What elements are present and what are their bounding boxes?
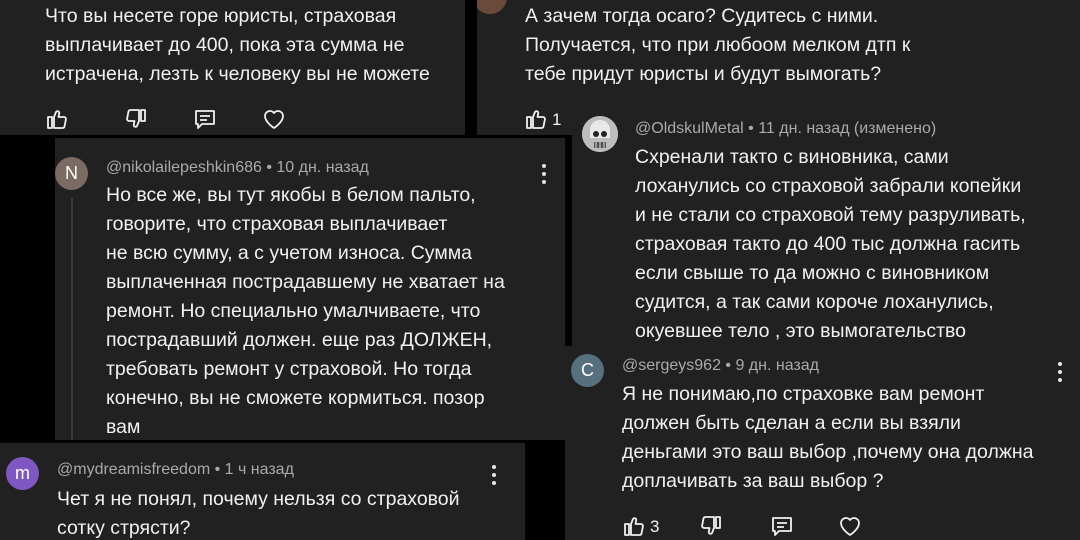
thumb-down-icon[interactable] [699, 514, 723, 538]
text-line: судится, а так сами короче лоханулись, [635, 291, 994, 313]
text-line: если свыше то да можно с виновником [635, 262, 990, 284]
avatar[interactable]: C [571, 354, 604, 387]
heart-icon[interactable] [261, 107, 287, 131]
comment-nikolai: N @nikolailepeshkin686 • 10 дн. назад Но… [55, 138, 565, 440]
text-line: сотку стрясти? [57, 517, 191, 539]
avatar[interactable]: m [6, 457, 39, 490]
text-line: не всю сумму, а с учетом износа. Сумма [106, 242, 472, 264]
text-line: пострадавший должен. еще раз ДОЛЖЕН, [106, 329, 493, 351]
reply-icon[interactable] [770, 514, 794, 538]
text-line: окуевшее тело , это вымогательство [635, 320, 967, 342]
text-line: Получается, что при любоом мелком дтп к [525, 34, 911, 56]
comment-text: А зачем тогда осаго? Судитесь с ними. По… [525, 2, 910, 89]
comment-mydreams: m @mydreamisfreedom • 1 ч назад Чет я не… [0, 443, 525, 540]
comment-meta: @mydreamisfreedom • 1 ч назад [57, 461, 294, 478]
comment-meta: @OldskulMetal • 11 дн. назад (изменено) [635, 120, 937, 137]
skull-avatar-icon [582, 116, 618, 152]
text-line: говорите, что страховая выплачивает [106, 213, 448, 235]
text-line: доплачивать за ваш выбор ? [622, 470, 884, 492]
thread-line [71, 198, 73, 440]
text-line: ремонт. Но специально умалчиваете, что [106, 300, 481, 322]
text-line: выплаченная пострадавшему не хватает на [106, 271, 505, 293]
text-line: Я не понимаю,по страховке вам ремонт [622, 383, 985, 405]
reply-icon[interactable] [193, 107, 217, 131]
comment-text: Чет я не понял, почему нельзя со страхов… [57, 485, 460, 540]
like-count: 3 [650, 517, 660, 536]
comment-meta: @nikolailepeshkin686 • 10 дн. назад [106, 159, 369, 176]
heart-icon[interactable] [837, 514, 863, 538]
more-vert-icon[interactable] [534, 161, 554, 187]
text-line: Чет я не понял, почему нельзя со страхов… [57, 488, 460, 510]
text-line: Схренали такто с виновника, сами [635, 146, 949, 168]
text-line: требовать ремонт у страховой. Но тогда [106, 358, 472, 380]
avatar[interactable] [477, 0, 507, 14]
avatar[interactable] [582, 116, 618, 152]
text-line: Что вы несете горе юристы, страховая [45, 5, 397, 27]
text-line: А зачем тогда осаго? Судитесь с ними. [525, 5, 879, 27]
text-line: выплачивает до 400, пока эта сумма не [45, 34, 405, 56]
text-line: и не стали со страховой тему разруливать… [635, 204, 1026, 226]
comment-text: Что вы несете горе юристы, страховая вып… [45, 2, 430, 89]
text-line: истрачена, лезть к человеку вы не можете [45, 63, 430, 85]
more-vert-icon[interactable] [484, 462, 504, 488]
text-line: вам [106, 416, 141, 438]
thumb-up-icon[interactable] [524, 107, 548, 131]
more-vert-icon[interactable] [1050, 359, 1070, 385]
comment-oldskul: @OldskulMetal • 11 дн. назад (изменено) … [572, 100, 1080, 348]
comment-top-left: Что вы несете горе юристы, страховая вып… [0, 0, 465, 135]
text-line: конечно, вы не сможете кормиться. позор [106, 387, 485, 409]
comment-sergeys: C @sergeys962 • 9 дн. назад Я не понимаю… [565, 346, 1080, 540]
text-line: страховая такто до 400 тыс должна гасить [635, 233, 1021, 255]
thumb-down-icon[interactable] [124, 107, 148, 131]
comment-text: Но все же, вы тут якобы в белом пальто, … [106, 181, 505, 440]
thumb-up-icon[interactable] [45, 107, 69, 131]
thumb-up-icon[interactable] [622, 514, 646, 538]
text-line: должен быть сделан а если вы взяли [622, 412, 961, 434]
comment-text: Я не понимаю,по страховке вам ремонт дол… [622, 380, 1034, 496]
comment-text: Схренали такто с виновника, сами лоханул… [635, 143, 1026, 346]
like-count: 1 [552, 110, 562, 129]
text-line: лоханулись со страховой забрали копейки [635, 175, 1022, 197]
text-line: тебе придут юристы и будут вымогать? [525, 63, 882, 85]
comment-meta: @sergeys962 • 9 дн. назад [622, 357, 819, 374]
text-line: деньгами это ваш выбор ,почему она должн… [622, 441, 1034, 463]
text-line: Но все же, вы тут якобы в белом пальто, [106, 184, 476, 206]
avatar[interactable]: N [55, 157, 88, 190]
